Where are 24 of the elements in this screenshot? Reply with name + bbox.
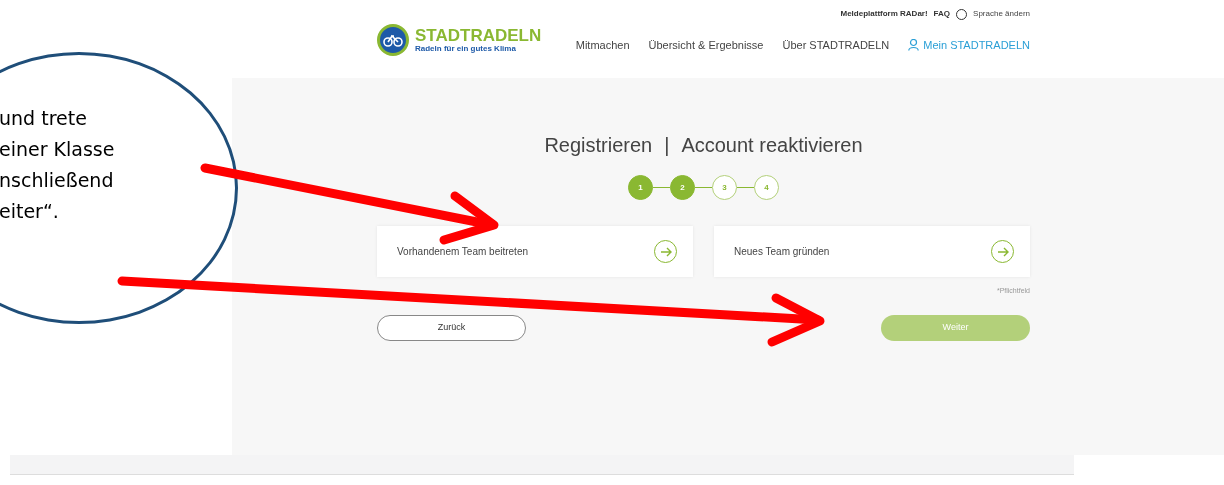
callout-text: einer Klasse [0, 137, 115, 162]
back-button[interactable]: Zurück [377, 314, 526, 341]
callout-text: eiter“. [0, 199, 60, 224]
bicycle-logo-icon[interactable] [377, 24, 409, 56]
step-indicator: 3 [712, 175, 737, 200]
language-link[interactable]: Sprache ändern [973, 8, 1030, 20]
callout-text: und trete [0, 106, 88, 131]
title-separator: | [664, 133, 670, 158]
team-option-button[interactable]: Vorhandenem Team beitreten [377, 226, 693, 277]
step-indicator: 4 [754, 175, 779, 200]
logo-tagline: Radeln für ein gutes Klima [415, 45, 517, 53]
page-title: Account reaktivieren [681, 133, 863, 158]
top-link[interactable]: FAQ [933, 8, 951, 20]
nav-link[interactable]: Übersicht & Ergebnisse [648, 36, 764, 54]
logo-wordmark: STADTRADELN [415, 27, 542, 44]
nav-link[interactable]: Über STADTRADELN [782, 36, 890, 54]
top-link[interactable]: Meldeplattform RADar! [840, 8, 928, 20]
team-option-button[interactable]: Neues Team gründen [714, 226, 1030, 277]
page-title: Registrieren [544, 133, 653, 158]
step-indicator: 1 [628, 175, 653, 200]
user-icon [908, 39, 920, 51]
nav-link[interactable]: Mitmachen [575, 36, 630, 54]
callout-text: nschließend [0, 168, 115, 193]
step-indicator: 2 [670, 175, 695, 200]
